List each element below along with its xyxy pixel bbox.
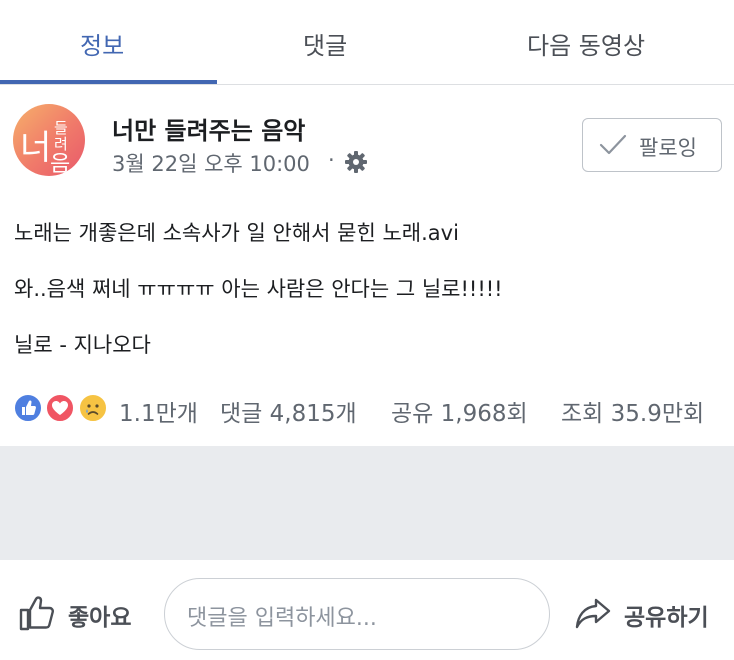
page-name[interactable]: 너만 들려주는 음악 [112, 111, 305, 146]
post-timestamp[interactable]: 3월 22일 오후 10:00 [112, 148, 310, 178]
like-reaction-icon[interactable] [13, 393, 43, 423]
sad-reaction-icon[interactable] [78, 393, 108, 423]
check-icon [599, 134, 627, 155]
post-text-line: 닐로 - 지나오다 [14, 333, 151, 357]
post-text-line: 노래는 개좋은데 소속사가 일 안해서 묻힌 노래.avi [14, 221, 459, 245]
tab-comments[interactable]: 댓글 [303, 26, 347, 61]
page-avatar[interactable]: 너 들 려 음 [13, 104, 85, 176]
tab-next-videos[interactable]: 다음 동영상 [527, 26, 645, 61]
tab-info[interactable]: 정보 [80, 26, 124, 61]
reaction-count[interactable]: 1.1만개 [119, 394, 198, 428]
gear-icon[interactable] [344, 150, 368, 174]
meta-separator: · [328, 148, 335, 172]
share-count[interactable]: 공유 1,968회 [391, 394, 528, 428]
avatar-char-1: 너 [20, 128, 51, 168]
comment-placeholder: 댓글을 입력하세요... [187, 606, 377, 631]
view-count: 조회 35.9만회 [561, 401, 705, 427]
content-divider [0, 446, 734, 560]
like-button[interactable]: 좋아요 [68, 598, 131, 632]
share-arrow-icon[interactable] [574, 596, 612, 630]
comment-count[interactable]: 댓글 4,815개 [220, 394, 357, 428]
comment-input[interactable]: 댓글을 입력하세요... [164, 578, 550, 650]
following-label: 팔로잉 [639, 136, 697, 160]
active-tab-indicator [0, 80, 217, 84]
love-reaction-icon[interactable] [45, 393, 75, 423]
avatar-char-3: 려 [54, 135, 68, 153]
share-button[interactable]: 공유하기 [624, 598, 709, 632]
tab-bar: 정보 댓글 다음 동영상 [0, 0, 734, 85]
post-text-line: 와..음색 쩌네 ㅠㅠㅠㅠ 아는 사람은 안다는 그 닐로!!!!! [14, 277, 503, 301]
avatar-char-4: 음 [50, 152, 70, 176]
thumbs-up-icon[interactable] [18, 594, 56, 632]
following-button[interactable]: 팔로잉 [582, 118, 722, 172]
